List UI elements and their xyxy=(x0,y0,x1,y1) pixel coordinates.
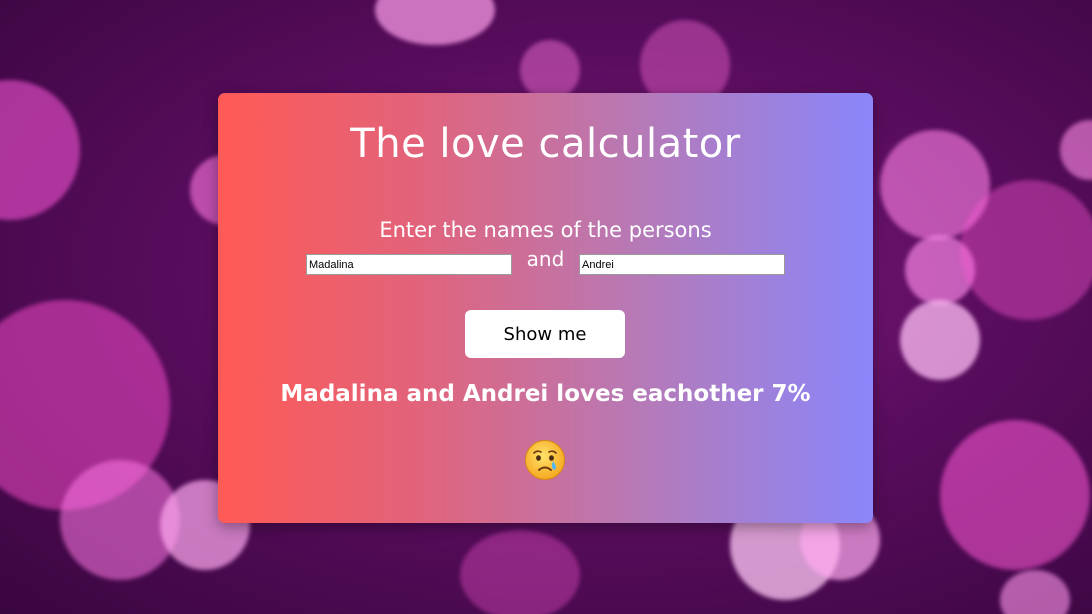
bokeh-light xyxy=(520,40,580,100)
and-label: and xyxy=(526,247,565,271)
show-me-button[interactable]: Show me xyxy=(465,310,625,358)
bokeh-light xyxy=(960,180,1092,320)
bokeh-light xyxy=(940,420,1090,570)
bokeh-light xyxy=(1000,570,1070,614)
first-name-input[interactable] xyxy=(306,254,512,275)
love-calculator-card: The love calculator Enter the names of t… xyxy=(218,93,873,523)
bokeh-light xyxy=(900,300,980,380)
crying-face-icon xyxy=(525,440,565,480)
bokeh-light xyxy=(375,0,495,45)
page-title: The love calculator xyxy=(350,121,741,167)
result-text: Madalina and Andrei loves eachother 7% xyxy=(280,381,811,407)
second-name-input[interactable] xyxy=(579,254,785,275)
bokeh-light xyxy=(1060,120,1092,180)
names-prompt: Enter the names of the persons xyxy=(379,218,712,242)
bokeh-light xyxy=(460,530,580,614)
bokeh-light xyxy=(0,80,80,220)
